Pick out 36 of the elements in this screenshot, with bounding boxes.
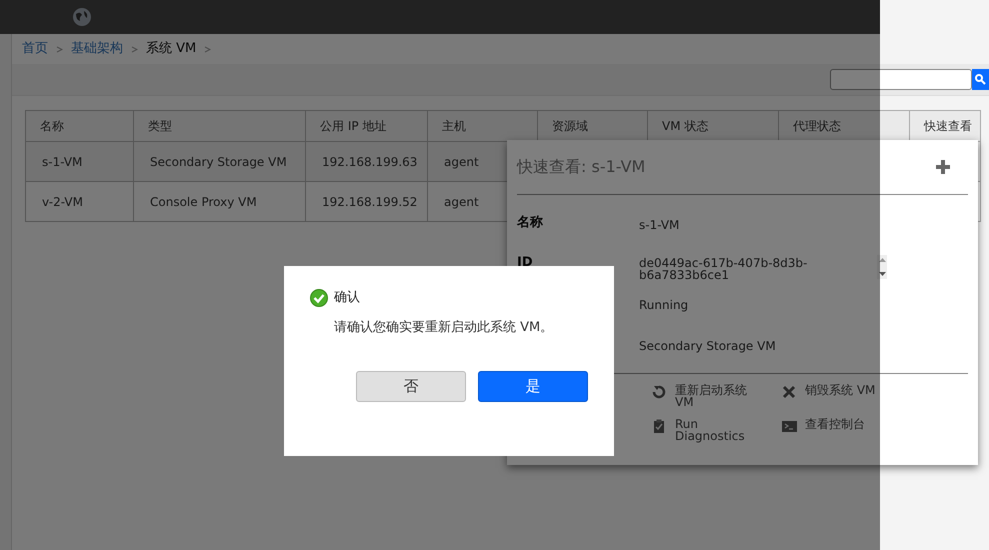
breadcrumb-link[interactable]: 基础架构: [71, 39, 123, 59]
breadcrumb-link[interactable]: 首页: [22, 39, 48, 59]
field-value: s-1-VM: [639, 219, 680, 231]
search-button[interactable]: [972, 69, 989, 90]
action-link[interactable]: 重新启动系统 VM: [652, 384, 782, 408]
field-label: ID: [517, 254, 533, 272]
table-cell: Console Proxy VM: [134, 182, 306, 222]
search-field[interactable]: [830, 69, 972, 90]
chevron-icon: [204, 46, 212, 52]
globe-icon: [72, 7, 92, 27]
terminal-icon: [782, 419, 797, 434]
column-header[interactable]: 公用 IP 地址: [306, 110, 428, 142]
search-icon: [975, 74, 986, 85]
dialog-message: 请确认您确实要重新启动此系统 VM。: [334, 318, 554, 336]
field-value: Running: [639, 299, 688, 311]
action-link[interactable]: 查看控制台: [782, 418, 922, 442]
no-button[interactable]: 否: [356, 371, 466, 402]
cross-icon: [782, 385, 797, 400]
chevron-icon: [131, 46, 138, 52]
check-icon: [310, 288, 328, 307]
restart-icon: [652, 385, 667, 400]
field-value: de0449ac-617b-407b-8d3b-b6a7833b6ce1: [639, 257, 808, 281]
action-link[interactable]: 销毁系统 VM: [782, 384, 922, 408]
scrollbar[interactable]: [877, 255, 887, 279]
plus-icon[interactable]: [936, 160, 950, 174]
table-cell: 192.168.199.52: [306, 182, 428, 222]
column-header[interactable]: 类型: [134, 110, 306, 142]
yes-button[interactable]: 是: [478, 371, 588, 402]
chevron-icon: [56, 46, 63, 52]
field-value: Secondary Storage VM: [639, 340, 776, 352]
breadcrumb-current: 系统 VM: [146, 40, 196, 58]
dialog-title: 确认: [334, 289, 360, 307]
clipboard-icon: [652, 419, 667, 434]
action-link[interactable]: Run Diagnostics: [652, 418, 782, 442]
column-header[interactable]: 名称: [26, 110, 134, 142]
table-cell: v-2-VM: [26, 182, 134, 222]
